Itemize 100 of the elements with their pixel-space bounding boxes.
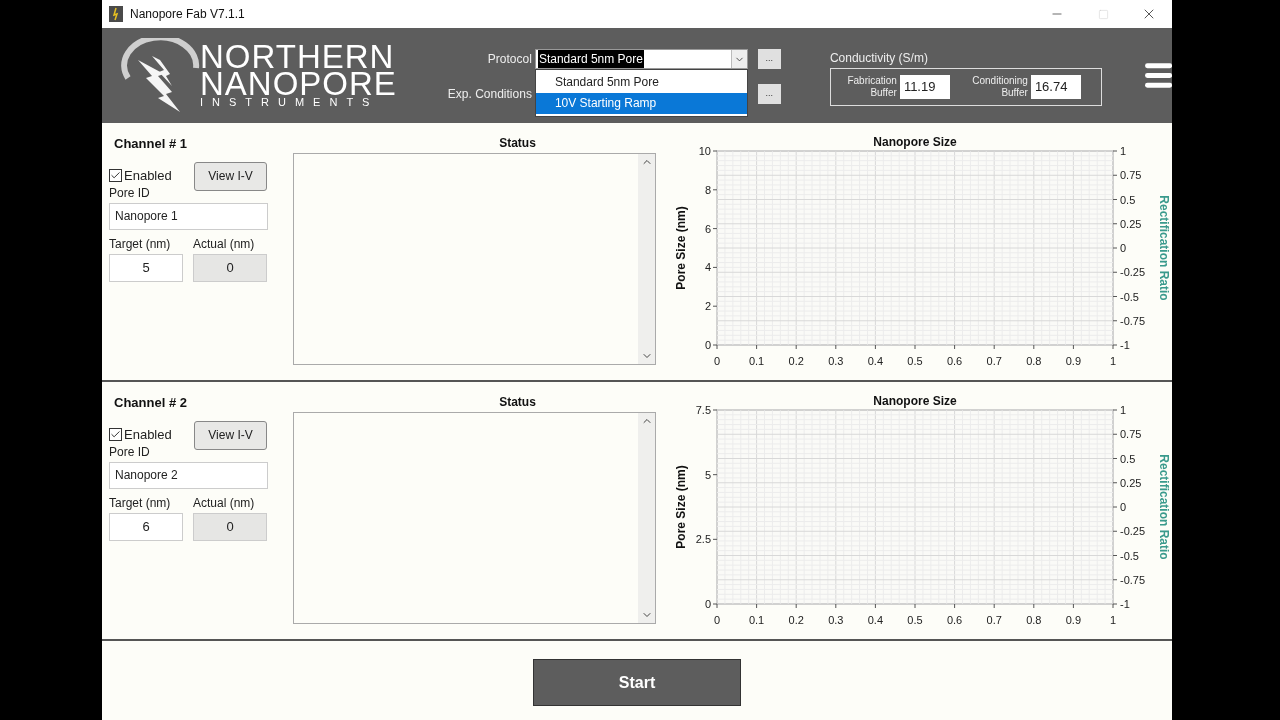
right-tick-label: -0.5 [1120, 290, 1139, 303]
y-tick-label: 5 [704, 468, 711, 481]
channel-title: Channel # 1 [113, 135, 188, 153]
y-tick-label: 8 [704, 183, 711, 196]
right-tick-label: 0.25 [1120, 217, 1142, 230]
right-tick-label: -0.5 [1120, 549, 1139, 562]
y-tick-label: 7.5 [695, 404, 711, 416]
field-label: Pore ID [109, 184, 151, 202]
x-tick-label: 0.5 [907, 355, 923, 367]
x-tick-label: 0.6 [946, 614, 963, 626]
channel-title: Channel # 2 [113, 394, 188, 412]
selected-text: Standard 5nm Pore [537, 50, 644, 68]
x-tick-label: 0.2 [788, 614, 804, 626]
status-title: Status [498, 135, 537, 152]
buffer-field[interactable]: 16.74 [1030, 75, 1081, 99]
protocol-label: Protocol [486, 51, 532, 68]
x-tick-label: 0.4 [867, 614, 884, 626]
check-icon [110, 169, 121, 181]
y-tick-label: 6 [704, 222, 711, 235]
x-tick-label: 1 [1109, 614, 1117, 626]
right-tick-label: 0.25 [1120, 476, 1142, 489]
x-tick-label: 0.5 [907, 614, 923, 626]
buffer-field[interactable]: 11.19 [899, 75, 950, 99]
logo-icon [118, 37, 202, 114]
right-tick-label: -1 [1120, 339, 1130, 351]
exp-conditions-label: Exp. Conditions [446, 86, 532, 103]
view-iv-button[interactable]: View I-V [194, 420, 267, 450]
pore-id-field[interactable]: Nanopore 2 [109, 461, 268, 489]
buffer-label: Conditioning Buffer [971, 75, 1028, 99]
right-axis-label: Rectification Ratio [1157, 454, 1171, 560]
right-tick-label: -0.25 [1120, 266, 1146, 279]
x-tick-label: 0 [713, 355, 721, 367]
y-axis-label: Pore Size (nm) [674, 206, 688, 290]
y-tick-label: 10 [698, 145, 711, 157]
field-label: Actual (nm) [193, 235, 256, 253]
actual-field: 0 [193, 253, 267, 282]
scrollbar[interactable] [638, 413, 655, 623]
dropdown-option[interactable]: 10V Starting Ramp [535, 93, 747, 114]
x-tick-label: 0.7 [986, 614, 1002, 626]
enabled-checkbox[interactable]: Enabled [109, 165, 172, 185]
x-tick-label: 0.7 [986, 355, 1002, 367]
x-tick-label: 0.2 [788, 355, 804, 367]
x-tick-label: 0.8 [1026, 614, 1042, 626]
logo-text: NANOPORE [200, 70, 397, 97]
x-tick-label: 0 [713, 614, 721, 626]
x-tick-label: 0.3 [828, 614, 844, 626]
view-iv-button[interactable]: View I-V [194, 161, 267, 191]
right-tick-label: -0.25 [1120, 525, 1146, 538]
x-tick-label: 0.9 [1065, 614, 1082, 626]
right-axis-label: Rectification Ratio [1157, 195, 1171, 301]
right-tick-label: 1 [1120, 404, 1127, 416]
x-tick-label: 0.6 [946, 355, 963, 367]
enabled-checkbox[interactable]: Enabled [109, 424, 172, 444]
field-label: Target (nm) [109, 235, 172, 253]
logo-text: NORTHERN [200, 43, 396, 70]
y-tick-label: 0 [704, 339, 711, 351]
actual-field: 0 [193, 512, 267, 541]
scrollbar[interactable] [638, 154, 655, 364]
buffer-label: Fabrication Buffer [846, 75, 897, 99]
more-button[interactable]: ... [757, 49, 781, 69]
field-label: Pore ID [109, 443, 151, 461]
chart-title: Nanopore Size [873, 394, 957, 408]
target-field[interactable]: 6 [109, 512, 183, 541]
right-tick-label: 0.75 [1120, 428, 1142, 441]
x-tick-label: 0.1 [748, 355, 765, 367]
status-title: Status [498, 394, 537, 411]
conductivity-title: Conductivity (S/m) [829, 50, 929, 67]
x-tick-label: 0.1 [748, 614, 765, 626]
target-field[interactable]: 5 [109, 253, 183, 282]
right-tick-label: 0.75 [1120, 169, 1142, 182]
x-tick-label: 0.4 [867, 355, 884, 367]
field-label: Actual (nm) [193, 494, 256, 512]
logo-text: INSTRUMENTS [200, 97, 380, 108]
y-tick-label: 4 [704, 261, 711, 274]
y-tick-label: 2.5 [695, 533, 711, 546]
y-axis-label: Pore Size (nm) [674, 465, 688, 549]
right-tick-label: -0.75 [1120, 573, 1146, 586]
right-tick-label: -1 [1120, 598, 1130, 610]
window-title: Nanopore Fab V7.1.1 [130, 6, 245, 23]
right-tick-label: 0 [1120, 242, 1127, 254]
right-tick-label: 0.5 [1120, 452, 1136, 465]
more-button[interactable]: ... [757, 84, 781, 104]
right-tick-label: -0.75 [1120, 314, 1146, 327]
dropdown-option[interactable]: Standard 5nm Pore [535, 72, 747, 93]
right-tick-label: 1 [1120, 145, 1127, 157]
pore-id-field[interactable]: Nanopore 1 [109, 202, 268, 230]
x-tick-label: 0.8 [1026, 355, 1042, 367]
start-button[interactable]: Start [533, 659, 741, 706]
x-tick-label: 0.3 [828, 355, 844, 367]
y-tick-label: 0 [704, 598, 711, 610]
app-icon [109, 6, 123, 22]
check-icon [110, 428, 121, 440]
chart-title: Nanopore Size [873, 135, 957, 149]
right-tick-label: 0 [1120, 501, 1127, 513]
field-label: Target (nm) [109, 494, 172, 512]
right-tick-label: 0.5 [1120, 193, 1136, 206]
x-tick-label: 1 [1109, 355, 1117, 367]
maximize-icon [1097, 8, 1109, 20]
x-tick-label: 0.9 [1065, 355, 1082, 367]
y-tick-label: 2 [704, 300, 711, 313]
